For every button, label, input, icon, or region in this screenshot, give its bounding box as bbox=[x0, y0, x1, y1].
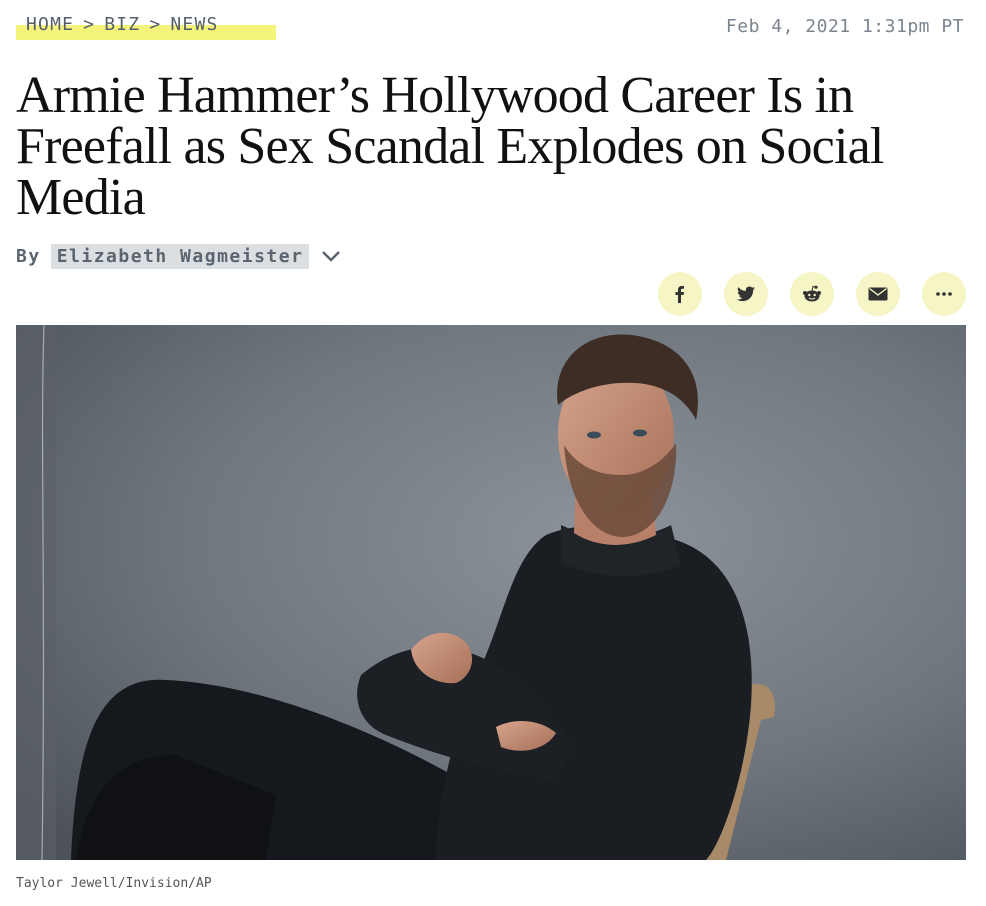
chevron-down-icon[interactable] bbox=[321, 247, 341, 265]
breadcrumb-news-link[interactable]: NEWS bbox=[170, 13, 218, 37]
share-facebook-button[interactable] bbox=[658, 272, 702, 316]
more-icon bbox=[936, 292, 952, 296]
article-hero-photo bbox=[16, 325, 966, 860]
photo-credit: Taylor Jewell/Invision/AP bbox=[16, 876, 212, 891]
reddit-icon bbox=[802, 285, 822, 303]
email-icon bbox=[868, 287, 888, 301]
share-reddit-button[interactable] bbox=[790, 272, 834, 316]
share-email-button[interactable] bbox=[856, 272, 900, 316]
breadcrumb-biz-link[interactable]: BIZ bbox=[104, 13, 140, 37]
share-more-button[interactable] bbox=[922, 272, 966, 316]
author-link[interactable]: Elizabeth Wagmeister bbox=[50, 243, 310, 269]
breadcrumb: HOME > BIZ > NEWS bbox=[16, 13, 276, 41]
breadcrumb-home-link[interactable]: HOME bbox=[26, 13, 74, 37]
article-headline: Armie Hammer’s Hollywood Career Is in Fr… bbox=[16, 67, 884, 226]
share-bar bbox=[658, 272, 966, 316]
share-twitter-button[interactable] bbox=[724, 272, 768, 316]
breadcrumb-separator: > bbox=[149, 14, 162, 35]
breadcrumb-separator: > bbox=[83, 14, 96, 35]
byline-prefix: By bbox=[16, 245, 41, 267]
twitter-icon bbox=[737, 286, 755, 302]
byline: By Elizabeth Wagmeister bbox=[16, 242, 341, 270]
facebook-icon bbox=[672, 285, 688, 303]
publish-timestamp: Feb 4, 2021 1:31pm PT bbox=[725, 16, 964, 37]
